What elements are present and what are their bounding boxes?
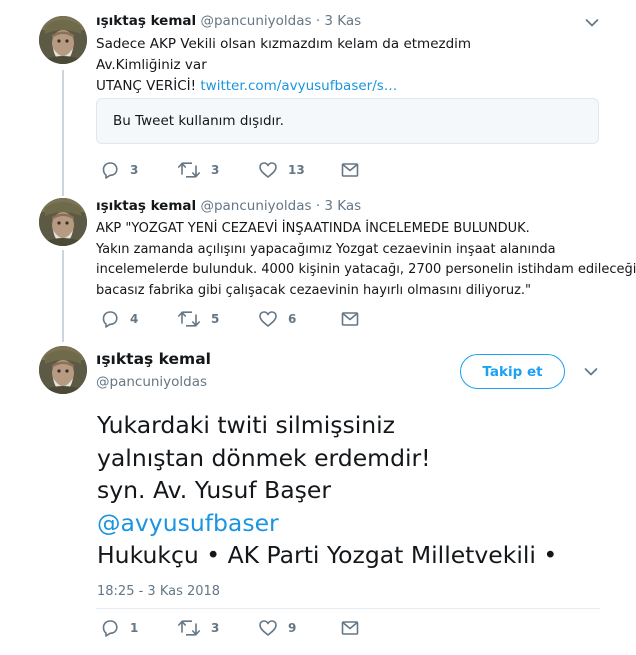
message-button[interactable] — [340, 309, 360, 329]
tweet-header: ışıktaş kemal @pancuniyoldas · 3 Kas — [96, 198, 361, 214]
tweet-line: Yakın zamanda açılışını yapacağımız Yozg… — [96, 241, 556, 257]
like-button[interactable]: 13 — [258, 160, 305, 180]
author-name[interactable]: ışıktaş kemal — [96, 350, 211, 368]
author-name[interactable]: ışıktaş kemal — [96, 198, 196, 214]
reply-button[interactable]: 4 — [100, 309, 138, 329]
reply-button[interactable]: 1 — [100, 618, 138, 638]
like-button[interactable]: 6 — [258, 309, 296, 329]
chevron-down-icon[interactable] — [584, 367, 598, 377]
like-count: 13 — [288, 163, 305, 177]
retweet-button[interactable]: 3 — [177, 160, 219, 180]
chevron-down-icon[interactable] — [585, 18, 599, 28]
tweet-line: bacasız fabrika gibi çalışacak cezaevini… — [96, 282, 532, 298]
author-handle[interactable]: @pancuniyoldas — [96, 374, 207, 390]
retweet-icon — [177, 618, 201, 638]
tweet-line: yalnıştan dönmek erdemdir! — [97, 443, 431, 472]
follow-button[interactable]: Takip et — [460, 354, 565, 389]
quoted-tweet-unavailable[interactable]: Bu Tweet kullanım dışıdır. — [96, 98, 599, 144]
message-button[interactable] — [340, 160, 360, 180]
message-icon — [340, 160, 360, 180]
tweet-text: AKP "YOZGAT YENİ CEZAEVİ İNŞAATINDA İNCE… — [96, 219, 636, 301]
retweet-count: 5 — [211, 312, 220, 326]
reply-button[interactable]: 3 — [100, 160, 138, 180]
retweet-icon — [177, 309, 201, 329]
avatar[interactable] — [39, 198, 87, 246]
tweet-line: Hukukçu • AK Parti Yozgat Milletvekili • — [97, 541, 558, 569]
tweet-header: ışıktaş kemal @pancuniyoldas · 3 Kas — [96, 13, 361, 29]
separator: · — [315, 13, 321, 29]
author-handle[interactable]: @pancuniyoldas — [200, 13, 311, 29]
retweet-button[interactable]: 5 — [177, 309, 219, 329]
mention-link[interactable]: @avyusufbaser — [97, 507, 557, 540]
avatar[interactable] — [39, 346, 87, 394]
divider — [96, 608, 600, 609]
retweet-count: 3 — [211, 163, 220, 177]
separator: · — [315, 198, 321, 214]
reply-count: 1 — [130, 621, 139, 635]
quoted-tweet-message: Bu Tweet kullanım dışıdır. — [113, 113, 284, 129]
tweet-line: UTANÇ VERİCİ! twitter.com/avyusufbaser/s… — [96, 76, 471, 97]
main-tweet-text: Yukardaki twiti silmişsiniz yalnıştan dö… — [97, 409, 557, 572]
retweet-button[interactable]: 3 — [177, 618, 219, 638]
reply-icon — [100, 309, 120, 329]
like-button[interactable]: 9 — [258, 618, 296, 638]
tweet-line: Yukardaki twiti silmişsiniz — [97, 411, 395, 439]
thread-line — [62, 250, 64, 342]
message-icon — [340, 309, 360, 329]
tweet-text: Sadece AKP Vekili olsan kızmazdım kelam … — [96, 34, 471, 97]
tweet-line: AKP "YOZGAT YENİ CEZAEVİ İNŞAATINDA İNCE… — [96, 221, 530, 236]
tweet-line: Av.Kimliğiniz var — [96, 57, 207, 73]
message-button[interactable] — [340, 618, 360, 638]
retweet-icon — [177, 160, 201, 180]
tweet-link[interactable]: twitter.com/avyusufbaser/s… — [200, 78, 397, 94]
avatar[interactable] — [39, 16, 87, 64]
tweet-line: Sadece AKP Vekili olsan kızmazdım kelam … — [96, 36, 472, 52]
reply-count: 4 — [130, 312, 139, 326]
reply-icon — [100, 160, 120, 180]
like-count: 6 — [288, 312, 297, 326]
author-name[interactable]: ışıktaş kemal — [96, 13, 196, 29]
reply-icon — [100, 618, 120, 638]
like-icon — [258, 618, 278, 638]
like-icon — [258, 160, 278, 180]
message-icon — [340, 618, 360, 638]
tweet-line-text: UTANÇ VERİCİ! — [96, 78, 201, 94]
thread-line — [62, 70, 64, 196]
author-handle[interactable]: @pancuniyoldas — [200, 198, 311, 214]
like-count: 9 — [288, 621, 297, 635]
tweet-time[interactable]: 3 Kas — [324, 13, 361, 29]
tweet-time[interactable]: 3 Kas — [324, 198, 361, 214]
tweet-timestamp[interactable]: 18:25 - 3 Kas 2018 — [97, 584, 220, 599]
reply-count: 3 — [130, 163, 139, 177]
like-icon — [258, 309, 278, 329]
tweet-line: syn. Av. Yusuf Başer — [97, 476, 332, 504]
tweet-line: incelemelerde bulunduk. 4000 kişinin yat… — [96, 262, 636, 277]
retweet-count: 3 — [211, 621, 220, 635]
